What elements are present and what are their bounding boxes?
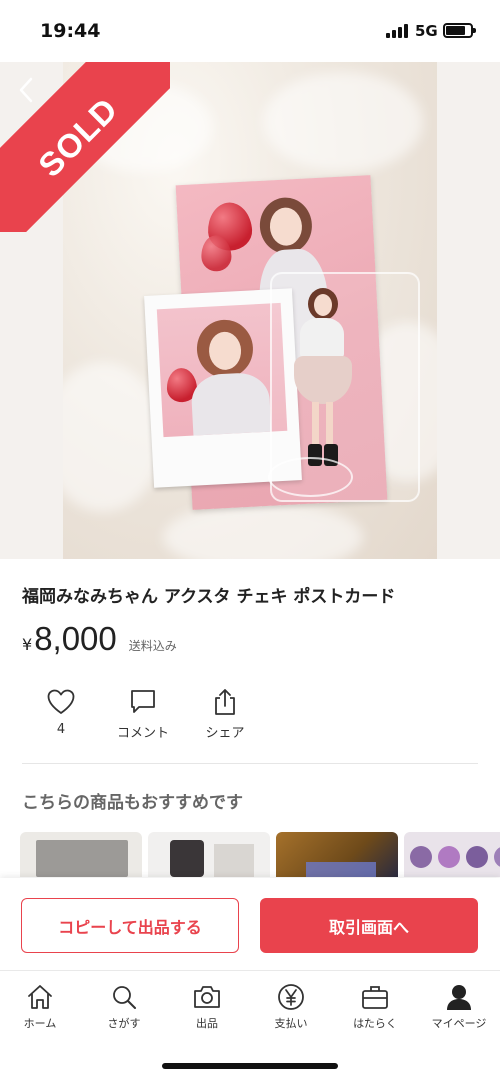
product-title: 福岡みなみちゃん アクスタ チェキ ポストカード <box>22 587 396 607</box>
recommend-heading: こちらの商品もおすすめです <box>22 793 243 813</box>
home-indicator <box>162 1063 338 1069</box>
section-divider <box>22 763 478 764</box>
yen-icon <box>277 983 305 1011</box>
tab-payment-label: 支払い <box>274 1017 308 1030</box>
search-icon <box>111 983 137 1011</box>
recommend-item[interactable] <box>404 832 500 877</box>
item-actions: 4 コメント シェア <box>20 688 266 748</box>
tab-search-label: さがす <box>107 1017 141 1030</box>
home-icon <box>26 983 54 1011</box>
tab-mypage-label: マイページ <box>431 1017 487 1030</box>
status-time: 19:44 <box>40 20 101 42</box>
tab-payment[interactable]: 支払い <box>256 983 326 1031</box>
recommend-item[interactable] <box>20 832 142 877</box>
price-row: ¥ 8,000 送料込み <box>22 620 177 660</box>
tab-work[interactable]: はたらく <box>340 983 410 1031</box>
share-button[interactable]: シェア <box>184 688 266 748</box>
tab-sell-label: 出品 <box>196 1017 218 1030</box>
status-bar: 19:44 5G <box>0 0 500 62</box>
tab-home[interactable]: ホーム <box>5 983 75 1031</box>
product-image-gallery[interactable]: SOLD <box>0 62 500 559</box>
recommend-item[interactable] <box>148 832 270 877</box>
back-chevron-icon[interactable] <box>14 74 38 106</box>
go-to-transaction-button[interactable]: 取引画面へ <box>260 898 478 953</box>
share-label: シェア <box>205 726 245 741</box>
tab-sell[interactable]: 出品 <box>172 983 242 1031</box>
tab-search[interactable]: さがす <box>89 983 159 1031</box>
like-count: 4 <box>56 722 66 737</box>
cellular-signal-icon <box>386 24 410 38</box>
briefcase-icon <box>361 983 389 1011</box>
like-button[interactable]: 4 <box>20 688 102 748</box>
camera-icon <box>193 983 221 1011</box>
sold-label: SOLD <box>31 90 125 184</box>
bottom-action-bar: コピーして出品する 取引画面へ <box>0 878 500 970</box>
heart-icon <box>47 688 75 716</box>
shipping-info: 送料込み <box>128 639 177 653</box>
comment-icon <box>129 688 157 716</box>
comment-button[interactable]: コメント <box>102 688 184 748</box>
recommend-carousel[interactable] <box>20 832 500 877</box>
tab-mypage[interactable]: マイページ <box>424 983 494 1031</box>
person-icon <box>445 983 473 1011</box>
tab-home-label: ホーム <box>23 1017 57 1030</box>
item-detail-screen: 19:44 5G SOLD 福岡みなみちゃん アクスタ チェキ ポストカード ¥… <box>0 0 500 1080</box>
battery-icon <box>443 23 476 38</box>
recommend-item[interactable] <box>276 832 398 877</box>
network-type: 5G <box>415 22 438 40</box>
acrylic-stand-base <box>268 457 353 497</box>
product-price: 8,000 <box>34 620 117 657</box>
currency-symbol: ¥ <box>22 635 33 654</box>
share-icon <box>212 688 238 716</box>
copy-listing-button[interactable]: コピーして出品する <box>21 898 239 953</box>
tab-work-label: はたらく <box>353 1017 397 1030</box>
comment-label: コメント <box>116 726 169 741</box>
